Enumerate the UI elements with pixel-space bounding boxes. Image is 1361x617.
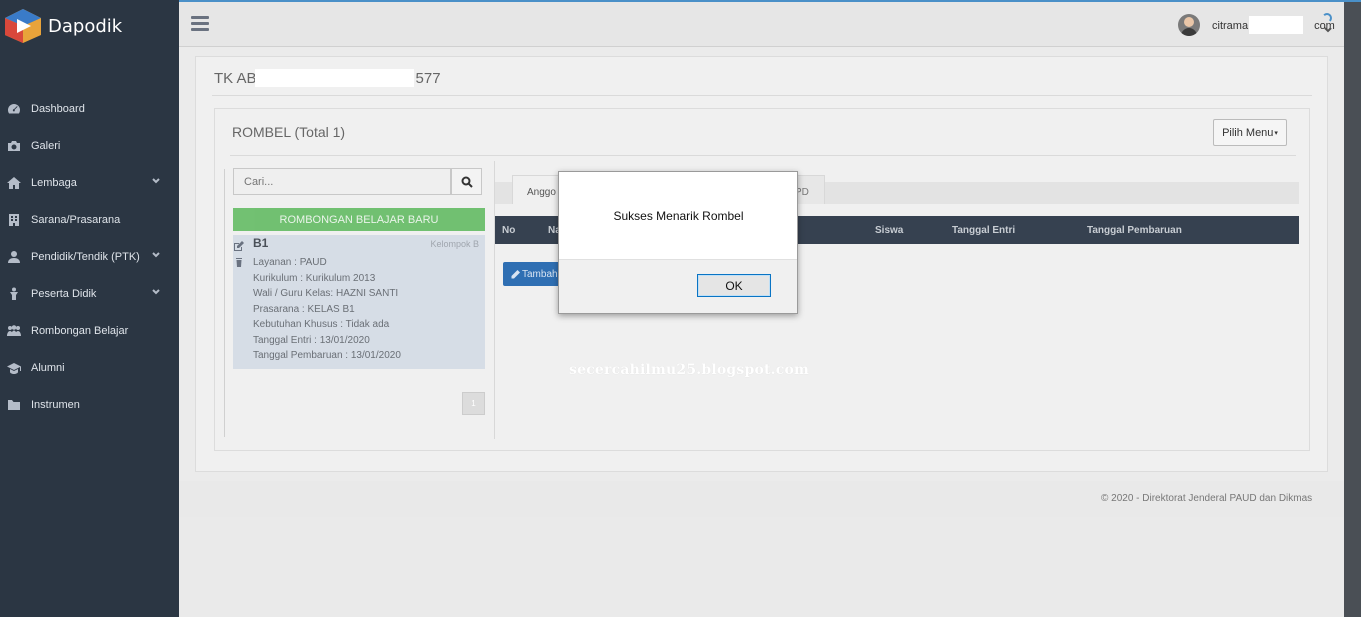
column-header: Tanggal Entri xyxy=(952,225,1016,236)
sidebar-item-label: Peserta Didik xyxy=(31,287,97,300)
rombel-detail-kurikulum: Kurikulum : Kurikulum 2013 xyxy=(253,272,376,284)
hamburger-menu-icon[interactable] xyxy=(191,16,209,32)
sidebar-item-alumni[interactable]: Alumni xyxy=(0,349,179,386)
rombel-detail-layanan: Layanan : PAUD xyxy=(253,257,327,268)
tab-anggota[interactable]: Anggo xyxy=(512,175,562,204)
chevron-down-icon xyxy=(151,176,161,186)
rombel-detail-wali: Wali / Guru Kelas: HAZNI SANTI xyxy=(253,288,399,299)
search-input[interactable] xyxy=(233,168,451,195)
redaction-box xyxy=(1249,16,1303,34)
sidebar-item-label: Lembaga xyxy=(31,176,77,189)
ok-button[interactable]: OK xyxy=(697,274,771,297)
rombel-detail-tanggal-entri: Tanggal Entri : 13/01/2020 xyxy=(253,334,370,346)
sidebar-item-galeri[interactable]: Galeri xyxy=(0,127,179,164)
sidebar-item-lembaga[interactable]: Lembaga xyxy=(0,164,179,201)
sidebar-item-sarana-prasarana[interactable]: Sarana/Prasarana xyxy=(0,201,179,238)
dashboard-icon xyxy=(7,102,21,116)
watermark: secercahilmu25.blogspot.com xyxy=(569,362,810,378)
sidebar-item-ptk[interactable]: Pendidik/Tendik (PTK) xyxy=(0,238,179,275)
camera-icon xyxy=(7,139,21,153)
divider xyxy=(230,155,1296,156)
column-header: No xyxy=(502,225,516,236)
footer-background xyxy=(179,517,1344,617)
sidebar-item-label: Instrumen xyxy=(31,398,80,411)
rombel-detail-prasarana: Prasarana : KELAS B1 xyxy=(253,303,355,315)
edit-icon[interactable] xyxy=(234,238,244,251)
sidebar-item-label: Galeri xyxy=(31,139,61,152)
sidebar: Dapodik Dashboard Galeri Lembaga Sarana/… xyxy=(0,0,179,617)
building-icon xyxy=(7,213,21,227)
chevron-down-icon xyxy=(151,287,161,297)
rombel-group: Kelompok B xyxy=(430,239,479,249)
column-header: Tanggal Pembaruan xyxy=(1087,225,1182,236)
pencil-icon xyxy=(511,269,520,278)
divider xyxy=(212,95,1312,96)
sidebar-item-instrumen[interactable]: Instrumen xyxy=(0,386,179,423)
folder-icon xyxy=(7,398,21,412)
sidebar-item-label: Dashboard xyxy=(31,102,85,115)
sidebar-item-label: Rombongan Belajar xyxy=(31,324,129,337)
redaction-box xyxy=(255,69,414,87)
home-icon xyxy=(7,176,21,190)
dapodik-logo-icon xyxy=(5,9,41,43)
top-header: citrama com xyxy=(179,0,1361,47)
column-header: Siswa xyxy=(875,225,904,236)
success-dialog: Sukses Menarik Rombel OK xyxy=(558,171,798,314)
sidebar-item-rombongan-belajar[interactable]: Rombongan Belajar xyxy=(0,312,179,349)
sidebar-item-label: Alumni xyxy=(31,361,65,374)
avatar[interactable] xyxy=(1178,14,1200,36)
search-button[interactable] xyxy=(451,168,482,195)
trash-icon[interactable] xyxy=(234,254,244,267)
rombel-detail-kebutuhan: Kebutuhan Khusus : Tidak ada xyxy=(253,319,390,330)
group-icon xyxy=(7,324,21,338)
sidebar-item-peserta-didik[interactable]: Peserta Didik xyxy=(0,275,179,312)
scrollbar[interactable] xyxy=(1344,2,1361,617)
user-icon xyxy=(7,250,21,264)
rombel-card[interactable]: B1 Kelompok B Layanan : PAUD Kurikulum :… xyxy=(233,235,485,369)
divider xyxy=(224,169,225,437)
rombel-detail-tanggal-pembaruan: Tanggal Pembaruan : 13/01/2020 xyxy=(253,350,401,361)
rombel-name: B1 xyxy=(253,236,269,250)
sidebar-item-label: Sarana/Prasarana xyxy=(31,213,121,226)
dialog-message: Sukses Menarik Rombel xyxy=(613,209,744,223)
pagination-page[interactable]: 1 xyxy=(462,392,485,415)
dialog-footer: OK xyxy=(559,259,797,313)
pilih-menu-button[interactable]: Pilih Menu ▾ xyxy=(1213,119,1287,146)
app-name: Dapodik xyxy=(48,15,123,37)
search-icon xyxy=(461,176,473,188)
tambah-button[interactable]: Tambah xyxy=(503,262,563,286)
rombel-title: ROMBEL (Total 1) xyxy=(232,124,346,140)
sidebar-nav: Dashboard Galeri Lembaga Sarana/Prasaran… xyxy=(0,90,179,423)
sidebar-item-label: Pendidik/Tendik (PTK) xyxy=(31,250,140,263)
chevron-down-icon[interactable] xyxy=(1324,21,1332,33)
brand[interactable]: Dapodik xyxy=(4,8,122,44)
student-icon xyxy=(7,287,21,301)
new-rombel-button[interactable]: ROMBONGAN BELAJAR BARU xyxy=(233,208,485,231)
sidebar-item-dashboard[interactable]: Dashboard xyxy=(0,90,179,127)
chevron-down-icon xyxy=(151,250,161,260)
footer-text: © 2020 - Direktorat Jenderal PAUD dan Di… xyxy=(1101,493,1313,504)
rombel-details: Layanan : PAUD Kurikulum : Kurikulum 201… xyxy=(253,255,401,364)
graduation-cap-icon xyxy=(7,361,21,375)
